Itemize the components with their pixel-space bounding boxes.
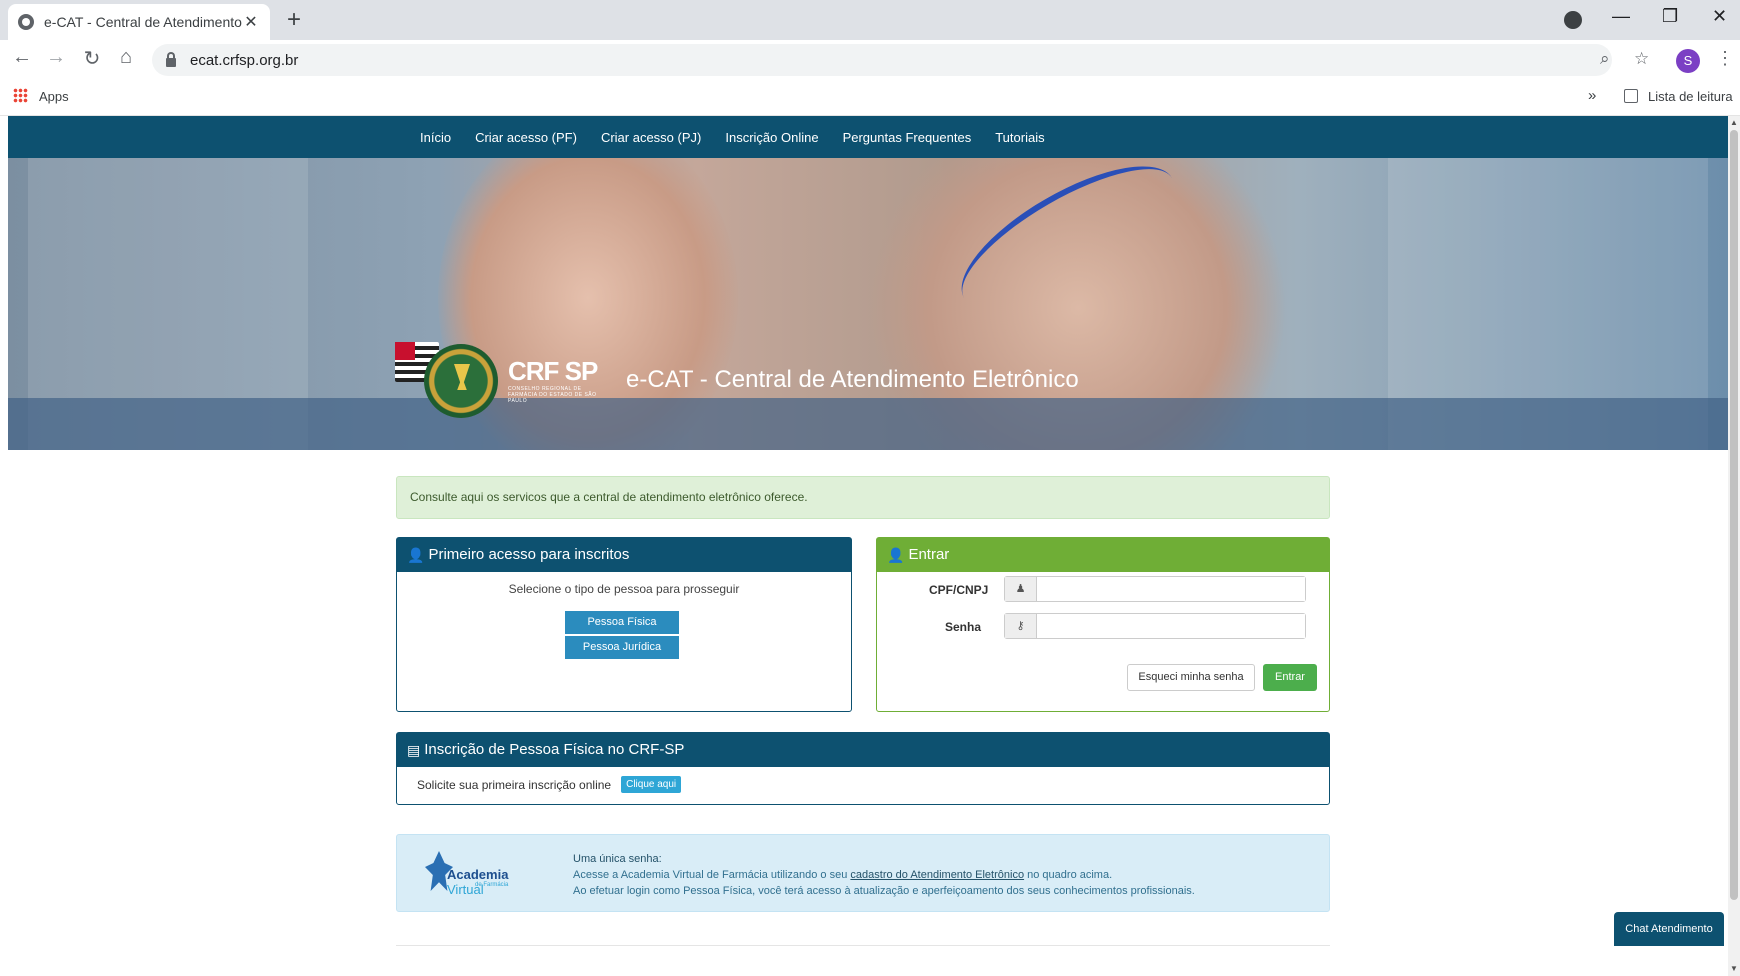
cpf-cnpj-input-group: ♟ (1004, 576, 1306, 602)
nav-tutoriais[interactable]: Tutoriais (995, 130, 1044, 145)
registration-title: Inscrição de Pessoa Física no CRF-SP (424, 741, 685, 758)
close-tab-icon[interactable]: ✕ (242, 12, 260, 32)
cpf-cnpj-input[interactable] (1037, 577, 1305, 601)
bookmarks-bar: Apps » Lista de leitura (0, 80, 1740, 116)
registration-panel: ▤ Inscrição de Pessoa Física no CRF-SP S… (396, 732, 1330, 805)
senha-label: Senha (945, 620, 982, 634)
clique-aqui-button[interactable]: Clique aqui (621, 776, 682, 793)
footer-divider (396, 945, 1330, 946)
login-panel: 👤 Entrar CPF/CNPJ ♟ Senha ⚷ Esqueci minh… (876, 537, 1330, 712)
login-submit-button[interactable]: Entrar (1263, 664, 1317, 691)
forward-icon[interactable]: → (42, 46, 70, 69)
academia-info-text: Uma única senha: Acesse a Academia Virtu… (573, 851, 1195, 899)
first-access-title: Primeiro acesso para inscritos (428, 546, 630, 563)
apps-grid-icon[interactable] (13, 88, 28, 103)
globe-icon (18, 14, 34, 30)
nav-criar-acesso-pj[interactable]: Criar acesso (PJ) (601, 130, 701, 145)
site-nav: Início Criar acesso (PF) Criar acesso (P… (8, 116, 1728, 158)
more-bookmarks-icon[interactable]: » (1588, 87, 1596, 104)
registration-row: Solicite sua primeira inscrição online C… (417, 776, 682, 793)
academia-virtual-logo[interactable]: Academia Virtual de Farmácia (425, 849, 545, 897)
person-type-instruction: Selecione o tipo de pessoa para prossegu… (508, 582, 740, 596)
first-access-header: 👤 Primeiro acesso para inscritos (397, 538, 851, 572)
nav-criar-acesso-pf[interactable]: Criar acesso (PF) (475, 130, 577, 145)
close-window-icon[interactable]: ✕ (1712, 6, 1727, 27)
reload-icon[interactable]: ↻ (78, 46, 106, 71)
nav-inscricao-online[interactable]: Inscrição Online (725, 130, 818, 145)
profile-menu-icon[interactable] (1564, 11, 1582, 29)
crfsp-logo-text: CRF SP (508, 356, 598, 386)
academia-line-2: Ao efetuar login como Pessoa Física, voc… (573, 885, 1195, 897)
senha-input[interactable] (1037, 614, 1305, 638)
registration-header: ▤ Inscrição de Pessoa Física no CRF-SP (397, 733, 1329, 767)
user-plus-icon: 👤 (407, 547, 425, 563)
url-text[interactable]: ecat.crfsp.org.br (190, 52, 298, 69)
pessoa-juridica-button[interactable]: Pessoa Jurídica (565, 636, 679, 659)
academia-heading: Uma única senha: (573, 853, 662, 865)
reading-list-icon[interactable] (1624, 89, 1638, 103)
nav-inicio[interactable]: Início (420, 130, 451, 145)
chat-atendimento-button[interactable]: Chat Atendimento (1614, 912, 1724, 946)
lock-icon[interactable] (166, 51, 176, 67)
address-bar[interactable]: ecat.crfsp.org.br (152, 44, 1612, 76)
hero-banner (8, 158, 1728, 450)
minimize-icon[interactable]: — (1612, 6, 1630, 27)
login-title: Entrar (908, 546, 950, 563)
user-icon: ♟ (1005, 577, 1037, 601)
senha-input-group: ⚷ (1004, 613, 1306, 639)
pessoa-fisica-button[interactable]: Pessoa Física (565, 611, 679, 634)
browser-toolbar: ← → ↻ ⌂ ecat.crfsp.org.br ⌕ ☆ S ⋮ (0, 40, 1740, 80)
bookmark-star-icon[interactable]: ☆ (1634, 49, 1649, 69)
academia-line-1: Acesse a Academia Virtual de Farmácia ut… (573, 869, 1113, 881)
forgot-password-button[interactable]: Esqueci minha senha (1127, 664, 1255, 691)
back-icon[interactable]: ← (8, 46, 36, 69)
zoom-icon[interactable]: ⌕ (1600, 49, 1610, 69)
reading-list-button[interactable]: Lista de leitura (1648, 89, 1733, 104)
login-header: 👤 Entrar (877, 538, 1329, 572)
academia-info-box: Academia Virtual de Farmácia Uma única s… (396, 834, 1330, 912)
cpf-cnpj-label: CPF/CNPJ (929, 583, 989, 597)
page-viewport: Início Criar acesso (PF) Criar acesso (P… (8, 116, 1728, 976)
nav-perguntas-frequentes[interactable]: Perguntas Frequentes (843, 130, 972, 145)
user-icon: 👤 (887, 547, 905, 563)
apps-bookmark[interactable]: Apps (39, 89, 69, 104)
browser-tab-strip: e-CAT - Central de Atendimento ✕ + — ❐ ✕ (0, 0, 1740, 40)
profile-avatar[interactable]: S (1676, 49, 1700, 73)
page-title: e-CAT - Central de Atendimento Eletrônic… (626, 366, 1079, 393)
scroll-down-icon[interactable]: ▼ (1730, 964, 1738, 973)
first-access-panel: 👤 Primeiro acesso para inscritos Selecio… (396, 537, 852, 712)
browser-tab[interactable]: e-CAT - Central de Atendimento ✕ (8, 4, 270, 40)
cadastro-link[interactable]: cadastro do Atendimento Eletrônico (850, 869, 1024, 881)
browser-menu-icon[interactable]: ⋮ (1716, 48, 1734, 69)
scroll-up-icon[interactable]: ▲ (1730, 118, 1738, 127)
academia-logo-sub: de Farmácia (475, 882, 509, 888)
id-card-icon: ▤ (407, 742, 421, 758)
key-icon: ⚷ (1005, 614, 1037, 638)
new-tab-icon[interactable]: + (280, 6, 308, 34)
restore-icon[interactable]: ❐ (1662, 6, 1678, 27)
crfsp-logo-subtitle: CONSELHO REGIONAL DE FARMÁCIA DO ESTADO … (508, 386, 597, 404)
home-icon[interactable]: ⌂ (112, 46, 140, 69)
services-alert: Consulte aqui os servicos que a central … (396, 476, 1330, 519)
scrollbar-thumb[interactable] (1730, 130, 1738, 900)
page-scrollbar[interactable]: ▲ ▼ (1728, 116, 1740, 976)
registration-text: Solicite sua primeira inscrição online (417, 777, 612, 792)
tab-title: e-CAT - Central de Atendimento (44, 14, 242, 30)
hero-title-band (8, 398, 1728, 450)
